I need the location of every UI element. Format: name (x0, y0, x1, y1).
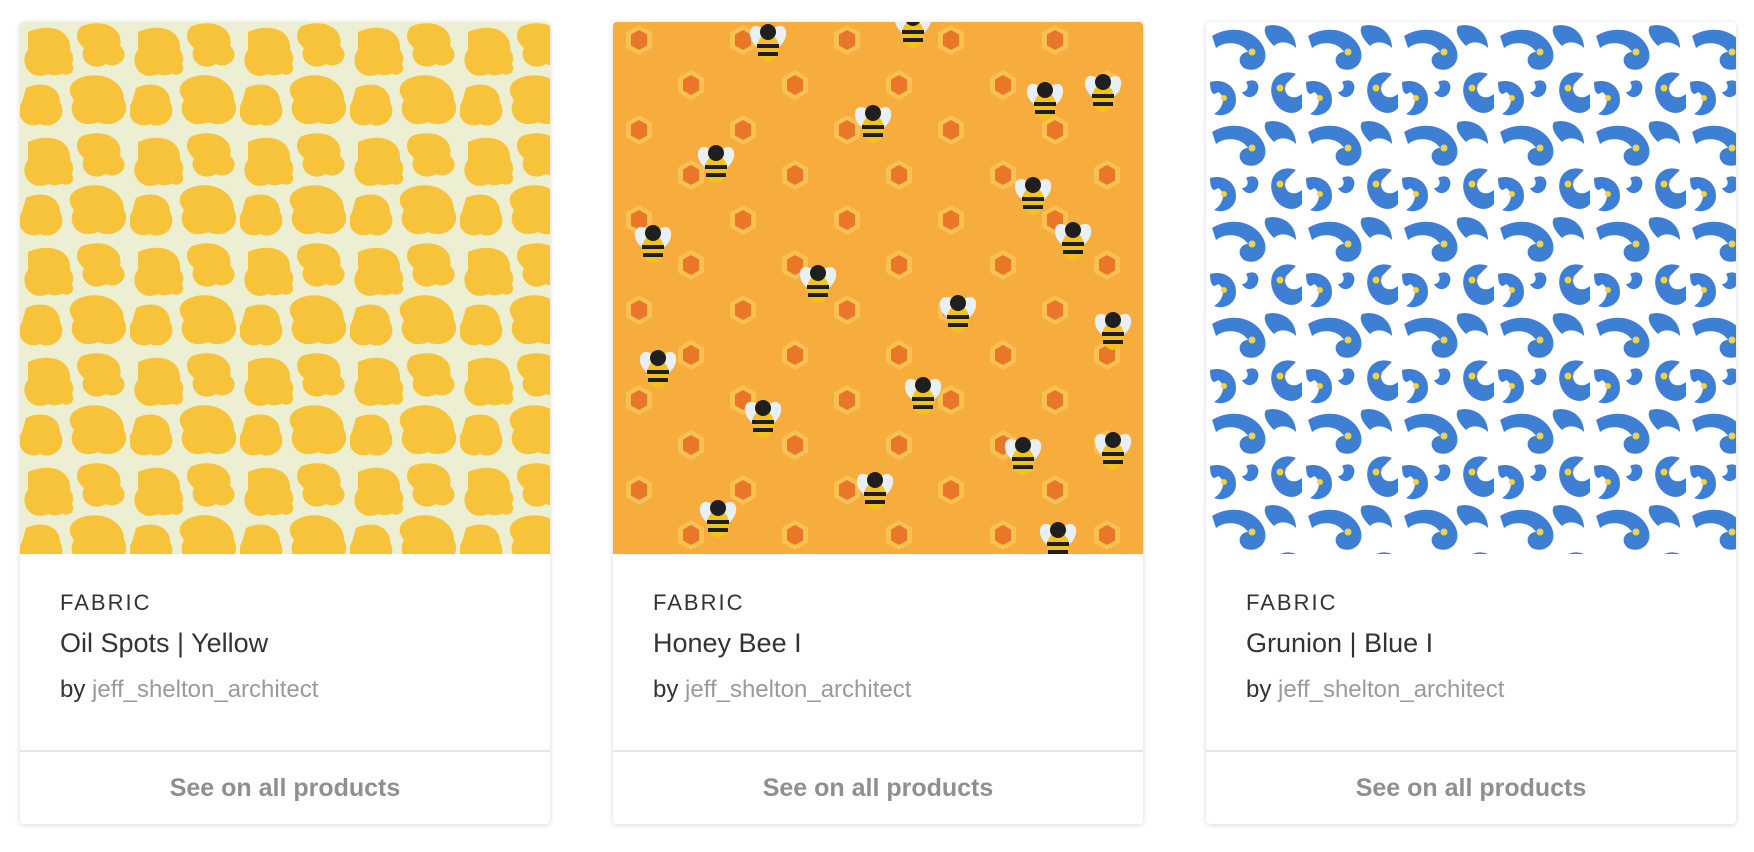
oil-spots-pattern (20, 22, 550, 554)
see-on-all-products-button[interactable]: See on all products (1206, 752, 1736, 824)
by-prefix: by (60, 676, 86, 703)
product-title-link[interactable]: Oil Spots | Yellow (60, 628, 268, 659)
product-image[interactable] (1206, 22, 1736, 554)
product-info: FABRIC Grunion | Blue I by jeff_shelton_… (1206, 554, 1736, 750)
author-link[interactable]: jeff_shelton_architect (92, 676, 318, 703)
see-on-all-products-button[interactable]: See on all products (20, 752, 550, 824)
see-on-all-products-button[interactable]: See on all products (613, 752, 1143, 824)
grunion-pattern (1206, 22, 1736, 554)
by-prefix: by (1246, 676, 1272, 703)
product-image[interactable] (613, 22, 1143, 554)
product-title-link[interactable]: Grunion | Blue I (1246, 628, 1433, 659)
product-image[interactable] (20, 22, 550, 554)
product-card: FABRIC Oil Spots | Yellow by jeff_shelto… (20, 22, 550, 824)
product-info: FABRIC Honey Bee I by jeff_shelton_archi… (613, 554, 1143, 750)
honey-bee-pattern (613, 22, 1143, 554)
product-card: FABRIC Honey Bee I by jeff_shelton_archi… (613, 22, 1143, 824)
by-prefix: by (653, 676, 679, 703)
product-info: FABRIC Oil Spots | Yellow by jeff_shelto… (20, 554, 550, 750)
author-link[interactable]: jeff_shelton_architect (1278, 676, 1504, 703)
product-type-label: FABRIC (60, 590, 152, 615)
product-title-link[interactable]: Honey Bee I (653, 628, 802, 659)
author-link[interactable]: jeff_shelton_architect (685, 676, 911, 703)
product-card: FABRIC Grunion | Blue I by jeff_shelton_… (1206, 22, 1736, 824)
product-byline: by jeff_shelton_architect (60, 676, 318, 704)
product-grid: FABRIC Oil Spots | Yellow by jeff_shelto… (0, 0, 1754, 852)
product-type-label: FABRIC (1246, 590, 1338, 615)
product-byline: by jeff_shelton_architect (653, 676, 911, 704)
product-byline: by jeff_shelton_architect (1246, 676, 1504, 704)
product-type-label: FABRIC (653, 590, 745, 615)
